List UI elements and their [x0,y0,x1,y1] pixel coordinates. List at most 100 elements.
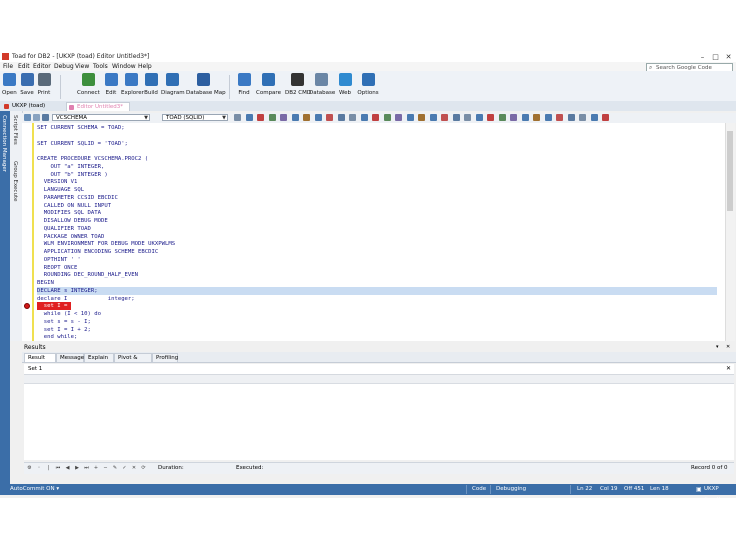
editor-tool-icon[interactable] [372,114,379,121]
menu-debug[interactable]: Debug [54,63,74,70]
code-line[interactable]: end while; [37,333,717,341]
editor-tool-icon[interactable] [245,114,253,121]
tab-result-sets[interactable]: Result Sets [24,353,56,370]
editor-tool-icon[interactable] [475,114,483,121]
editor-tool-icon[interactable] [303,114,310,121]
editor-tool-icon[interactable] [234,114,241,121]
connection-status[interactable]: UKXP (toad) [704,484,736,498]
navigator-button-icon[interactable]: − [102,465,109,472]
compare-button[interactable]: Compare [256,73,281,96]
diagram-button[interactable]: Diagram [161,73,185,96]
connect-button[interactable]: Connect [77,73,100,96]
navigator-button-icon[interactable]: ◀ [64,465,71,472]
options-button[interactable]: Options [357,73,379,96]
editor-tool-icon[interactable] [326,114,333,121]
navigator-button-icon[interactable]: ✕ [131,465,138,472]
editor-tool-icon[interactable] [602,114,609,121]
navigator-button-icon[interactable]: ▶ [74,465,81,472]
editor-tool-icon[interactable] [418,114,425,121]
menu-help[interactable]: Help [138,63,152,70]
editor-tool-icon[interactable] [533,114,540,121]
toolbar-label: DB2 CMD [285,90,312,96]
navigator-button-icon[interactable]: ✎ [112,465,119,472]
editor-tool-icon[interactable] [521,114,529,121]
explorer-button[interactable]: Explorer [121,73,144,96]
editor-tool-icon[interactable] [441,114,448,121]
navigator-button-icon[interactable]: | [45,465,52,472]
sql-icon[interactable] [42,114,49,121]
editor-tool-icon[interactable] [291,114,299,121]
pin-icon[interactable]: ▾ [716,344,719,350]
editor-tool-icon[interactable] [510,114,517,121]
editor-tool-icon[interactable] [360,114,368,121]
navigator-button-icon[interactable]: ⚙ [26,465,33,472]
results-grid[interactable] [24,375,734,460]
db2-cmd-button[interactable]: DB2 CMD [285,73,312,96]
editor-tool-icon[interactable] [395,114,402,121]
run-icon[interactable] [24,114,31,121]
schema-icon[interactable] [33,114,40,121]
editor-tool-icon[interactable] [383,114,391,121]
editor-tool-icon[interactable] [556,114,563,121]
navigator-button-icon[interactable]: ⟳ [140,465,147,472]
database-map-button[interactable]: Database Map [186,73,226,96]
tab-ukxp-connection[interactable]: UKXP (toad) [2,102,62,111]
navigator-button-icon[interactable]: + [93,465,100,472]
connection-manager-panel[interactable]: Connection Manager [0,111,10,488]
find-button[interactable]: Find [237,73,251,96]
editor-tool-icon[interactable] [452,114,460,121]
connection-select[interactable]: TOAD (SQLID) ▼ [162,114,228,121]
save-button[interactable]: Save [19,73,35,96]
editor-tool-icon[interactable] [314,114,322,121]
editor-tool-icon[interactable] [268,114,276,121]
editor-tool-icon[interactable] [406,114,414,121]
panel-close-icon[interactable]: ✕ [726,344,730,350]
editor-tool-icon[interactable] [579,114,586,121]
db2-connection-icon: ▣ [696,486,702,493]
group-execute-tab[interactable]: Group Execute [12,161,18,202]
editor-tool-icon[interactable] [337,114,345,121]
scrollbar-thumb[interactable] [727,131,733,211]
tab-messages[interactable]: Messages [56,353,87,362]
tab-profiling[interactable]: Profiling [152,353,178,362]
schema-select[interactable]: VCSCHEMA ▼ [52,114,150,121]
open-button[interactable]: Open [2,73,17,96]
tab-set-1[interactable]: Set 1 [28,366,42,372]
web-button[interactable]: Web [339,73,352,96]
editor-tool-icon[interactable] [487,114,494,121]
navigator-button-icon[interactable]: ✓ [121,465,128,472]
sql-editor[interactable]: SET CURRENT SCHEMA = TOAD; SET CURRENT SQ… [22,123,725,341]
menu-view[interactable]: View [75,63,89,70]
editor-tool-icon[interactable] [349,114,356,121]
menu-file[interactable]: File [3,63,13,70]
editor-tool-icon[interactable] [498,114,506,121]
menu-tools[interactable]: Tools [93,63,108,70]
editor-tool-icon[interactable] [590,114,598,121]
editor-tool-icon[interactable] [464,114,471,121]
editor-tool-icon[interactable] [429,114,437,121]
tab-editor-untitled3[interactable]: Editor Untitled3* [66,102,130,111]
menu-editor[interactable]: Editor [33,63,51,70]
build-button[interactable]: Build [143,73,159,96]
editor-tool-icon[interactable] [280,114,287,121]
navigator-button-icon[interactable]: ⏮ [55,465,62,472]
tab-pivot-chart[interactable]: Pivot & Chart [114,353,152,370]
close-set-icon[interactable]: ✕ [726,365,731,372]
script-files-tab[interactable]: Script Files [12,115,18,145]
database-button[interactable]: Database [309,73,335,96]
minimize-button[interactable]: – [696,52,709,62]
menu-window[interactable]: Window [112,63,136,70]
close-button[interactable]: ✕ [722,52,735,62]
maximize-button[interactable]: □ [709,52,722,62]
navigator-button-icon[interactable]: ◦ [36,465,43,472]
autocommit-toggle[interactable]: AutoCommit ON ▾ [10,484,59,495]
menu-edit[interactable]: Edit [18,63,30,70]
editor-tool-icon[interactable] [257,114,264,121]
tab-explain-plan[interactable]: Explain Plan [84,353,114,370]
print-button[interactable]: Print [37,73,51,96]
editor-vertical-scrollbar[interactable] [725,123,735,341]
editor-tool-icon[interactable] [544,114,552,121]
navigator-button-icon[interactable]: ⏭ [83,465,90,472]
edit-button[interactable]: Edit [104,73,118,96]
editor-tool-icon[interactable] [567,114,575,121]
